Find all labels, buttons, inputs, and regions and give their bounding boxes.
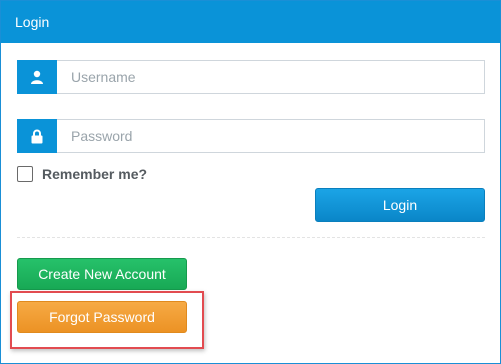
- forgot-password-button[interactable]: Forgot Password: [17, 301, 187, 333]
- password-group: [17, 119, 485, 153]
- password-input[interactable]: [57, 119, 485, 153]
- user-icon: [17, 60, 57, 94]
- remember-label: Remember me?: [42, 166, 148, 182]
- login-panel: Login Remember me? Login Create New Acco…: [0, 0, 501, 364]
- create-account-button[interactable]: Create New Account: [17, 258, 187, 290]
- login-button[interactable]: Login: [315, 188, 485, 222]
- lock-icon: [17, 119, 57, 153]
- remember-checkbox[interactable]: [17, 166, 33, 182]
- username-group: [17, 60, 485, 94]
- remember-me[interactable]: Remember me?: [17, 166, 147, 182]
- panel-title: Login: [1, 1, 500, 43]
- divider: [17, 237, 485, 238]
- username-input[interactable]: [57, 60, 485, 94]
